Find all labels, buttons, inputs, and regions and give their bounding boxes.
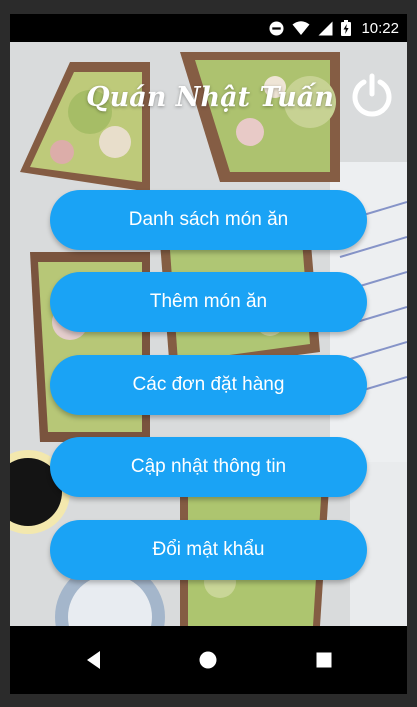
change-password-button[interactable]: Đổi mật khẩu bbox=[50, 520, 367, 580]
power-button[interactable] bbox=[349, 72, 395, 118]
back-icon bbox=[87, 651, 100, 669]
update-info-button[interactable]: Cập nhật thông tin bbox=[50, 437, 367, 497]
power-icon bbox=[352, 73, 392, 117]
main-screen: avocado toast Quán Nhật Tuấn Danh sách m… bbox=[10, 42, 407, 626]
status-icons: 10:22 bbox=[269, 19, 399, 37]
clock: 10:22 bbox=[361, 19, 399, 37]
home-button[interactable] bbox=[196, 648, 220, 672]
orders-button[interactable]: Các đơn đặt hàng bbox=[50, 355, 367, 415]
device-screen: 10:22 Quán Nhật Tuấn Danh sách món ăn Th… bbox=[10, 14, 407, 694]
back-button[interactable] bbox=[82, 648, 106, 672]
navigation-bar bbox=[10, 626, 407, 694]
app-title: Quán Nhật Tuấn bbox=[86, 82, 334, 113]
add-food-button[interactable]: Thêm món ăn bbox=[50, 272, 367, 332]
status-bar: 10:22 bbox=[10, 14, 407, 42]
battery-charging-icon bbox=[341, 20, 352, 36]
food-list-button[interactable]: Danh sách món ăn bbox=[50, 190, 367, 250]
recents-icon bbox=[316, 652, 332, 668]
recents-button[interactable] bbox=[312, 648, 336, 672]
wifi-icon bbox=[292, 20, 310, 36]
home-icon bbox=[199, 651, 217, 669]
signal-icon bbox=[318, 21, 333, 36]
do-not-disturb-icon bbox=[269, 20, 284, 36]
